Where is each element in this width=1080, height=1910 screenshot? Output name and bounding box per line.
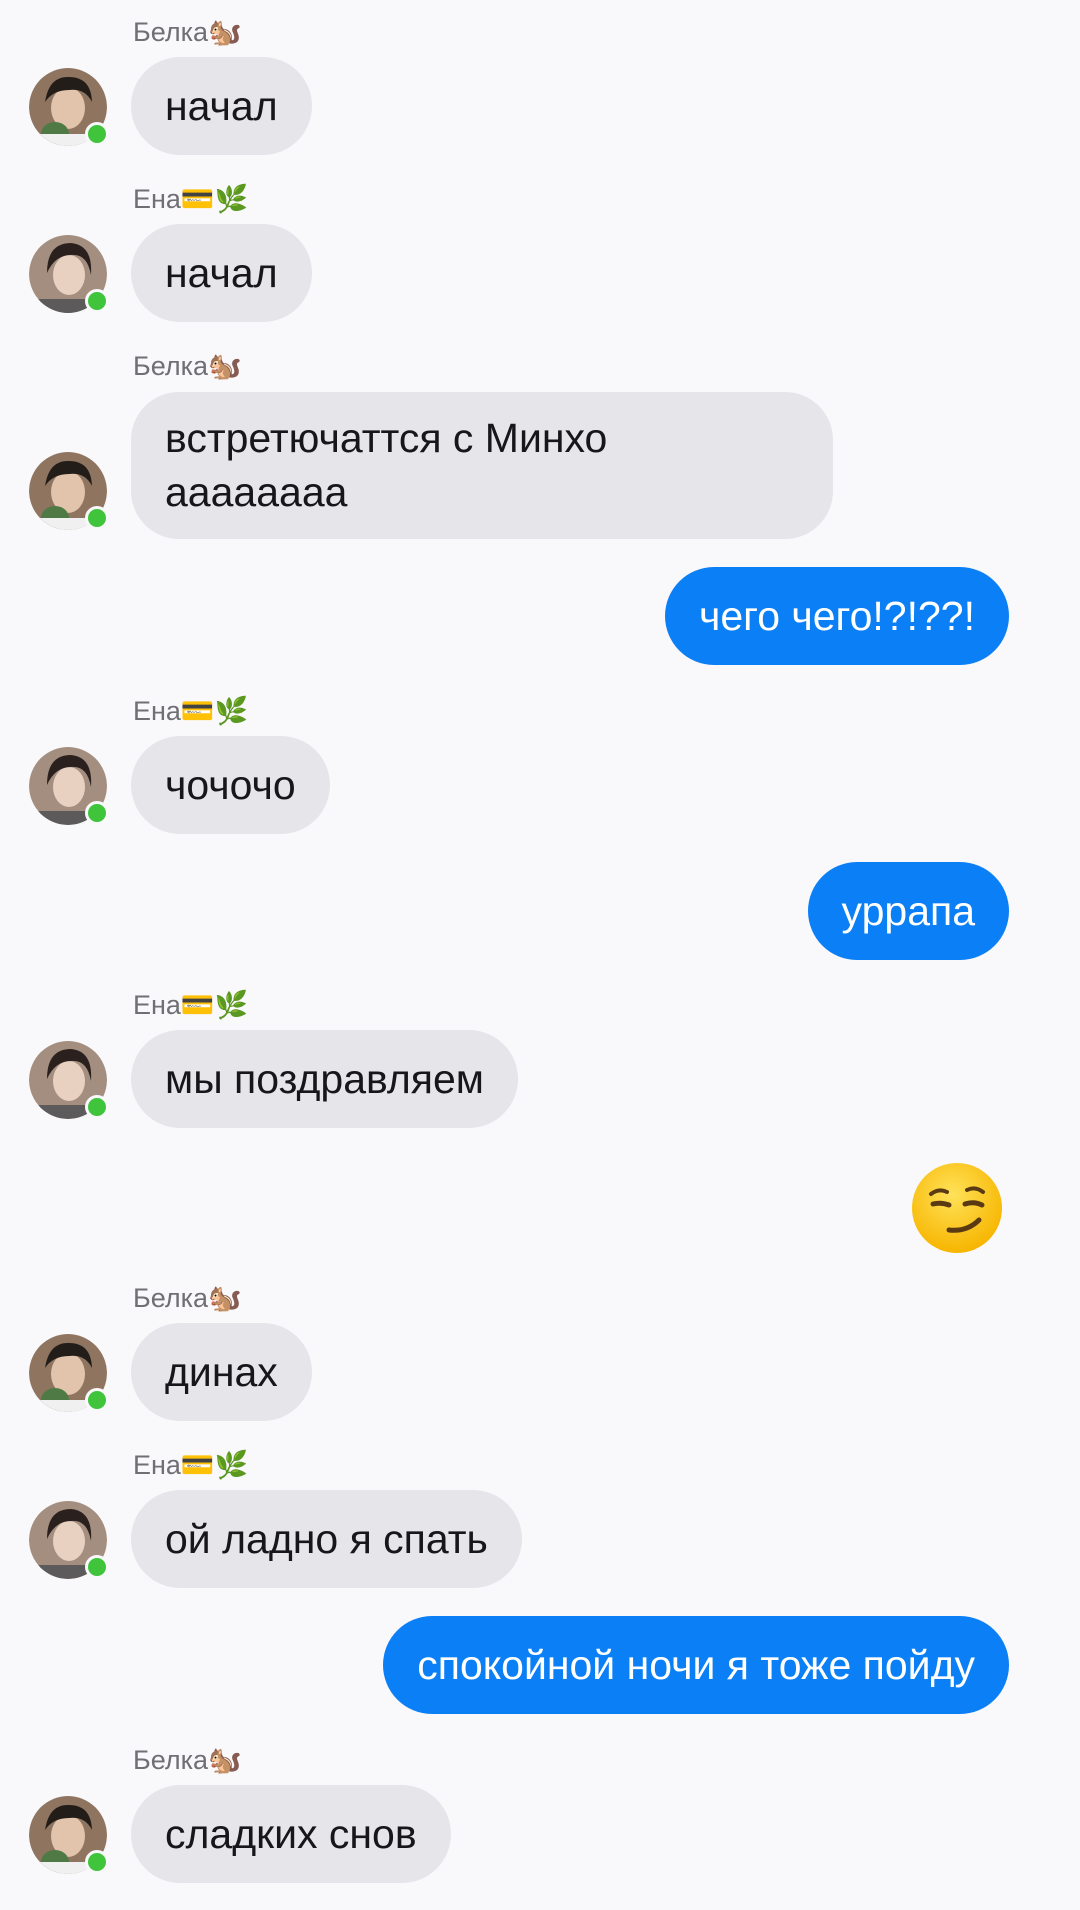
avatar-ena[interactable]	[29, 235, 109, 313]
incoming-message-bubble[interactable]: ой ладно я спать	[131, 1490, 522, 1588]
incoming-message-bubble[interactable]: встретючаттся с Минхо аааааааа	[131, 392, 833, 539]
avatar-ena[interactable]	[29, 1501, 109, 1579]
smirking-face-emoji[interactable]	[909, 1160, 1005, 1256]
online-indicator	[85, 1555, 109, 1579]
incoming-message-bubble[interactable]: начал	[131, 224, 312, 322]
outgoing-message-bubble[interactable]: уррапа	[807, 862, 1009, 960]
online-indicator	[85, 801, 109, 825]
incoming-message-bubble[interactable]: чочочо	[131, 736, 330, 834]
outgoing-message-bubble[interactable]: спокойной ночи я тоже пойду	[383, 1616, 1009, 1714]
online-indicator	[85, 1388, 109, 1412]
message-line: встретючаттся с Минхо	[165, 415, 608, 461]
outgoing-message-bubble[interactable]: чего чего!?!??!	[664, 567, 1009, 665]
sender-name: Ена💳🌿	[133, 990, 249, 1020]
online-indicator	[85, 1095, 109, 1119]
avatar-belka[interactable]	[29, 1334, 109, 1412]
sender-name: Белка🐿️	[133, 17, 242, 47]
online-indicator	[85, 122, 109, 146]
online-indicator	[85, 1850, 109, 1874]
avatar-belka[interactable]	[29, 68, 109, 146]
online-indicator	[85, 289, 109, 313]
sender-name: Ена💳🌿	[133, 1450, 249, 1480]
sender-name: Ена💳🌿	[133, 696, 249, 726]
incoming-message-bubble[interactable]: мы поздравляем	[131, 1030, 518, 1128]
sender-name: Белка🐿️	[133, 351, 242, 381]
sender-name: Ена💳🌿	[133, 184, 249, 214]
incoming-message-bubble[interactable]: сладких снов	[131, 1785, 451, 1883]
avatar-belka[interactable]	[29, 452, 109, 530]
online-indicator	[85, 506, 109, 530]
sender-name: Белка🐿️	[133, 1283, 242, 1313]
message-line: аааааааа	[165, 469, 348, 515]
chat-thread[interactable]: Белка🐿️ начал Ена💳🌿 начал Белка🐿️ встрет…	[0, 0, 1080, 1910]
avatar-ena[interactable]	[29, 1041, 109, 1119]
incoming-message-bubble[interactable]: начал	[131, 57, 312, 155]
sender-name: Белка🐿️	[133, 1745, 242, 1775]
avatar-belka[interactable]	[29, 1796, 109, 1874]
avatar-ena[interactable]	[29, 747, 109, 825]
incoming-message-bubble[interactable]: динах	[131, 1323, 312, 1421]
